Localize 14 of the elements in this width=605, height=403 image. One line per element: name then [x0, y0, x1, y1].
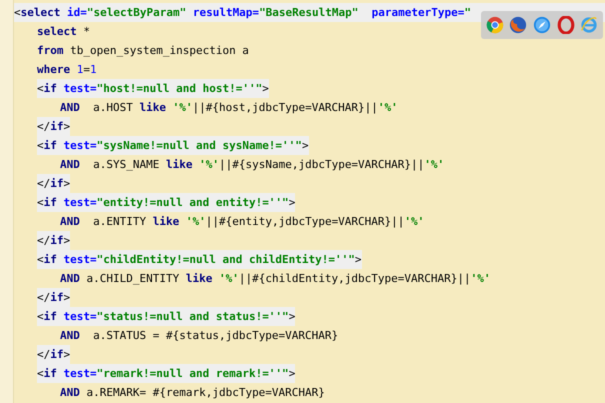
code-line: AND a.SYS_NAME like '%'||#{sysName,jdbcType=VARCHAR}||'%' — [60, 157, 444, 173]
code-line: AND a.ENTITY like '%'||#{entity,jdbcType=VARCHAR}||'%' — [60, 214, 424, 230]
code-line: AND a.CHILD_ENTITY like '%'||#{childEntity,jdbcType=VARCHAR}||'%' — [60, 271, 491, 287]
globe-icon[interactable] — [509, 16, 528, 34]
ring-icon[interactable] — [556, 16, 575, 34]
code-line: AND a.HOST like '%'||#{host,jdbcType=VARCHAR}||'%' — [60, 100, 398, 116]
code-editor[interactable] — [0, 0, 605, 403]
code-line: AND a.STATUS = #{status,jdbcType=VARCHAR} — [60, 328, 338, 344]
code-line: where 1=1 — [37, 62, 97, 78]
code-line: from tb_open_system_inspection a — [37, 43, 249, 59]
code-line: select * — [37, 24, 90, 40]
pinwheel-icon[interactable] — [486, 16, 504, 34]
code-line: AND a.REMARK= #{remark,jdbcType=VARCHAR} — [60, 385, 325, 401]
compass-icon[interactable] — [532, 16, 551, 34]
